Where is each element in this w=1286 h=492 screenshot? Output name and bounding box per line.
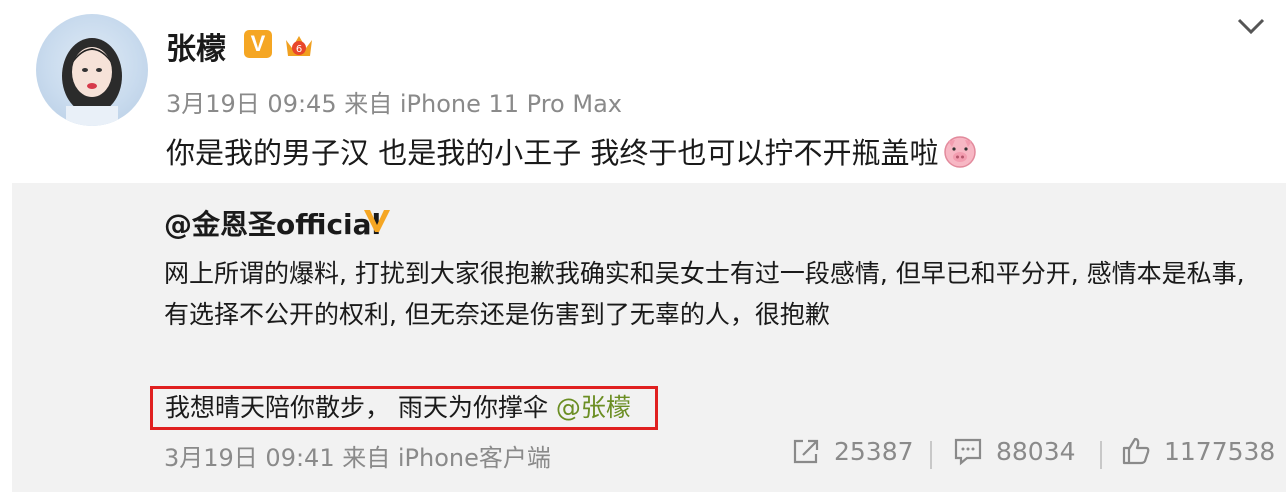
- comment-icon: [954, 438, 982, 466]
- avatar-image: [62, 38, 122, 126]
- highlighted-comment: 我想晴天陪你散步， 雨天为你撑伞 @张檬: [150, 386, 658, 430]
- like-count: 1177538: [1164, 436, 1276, 466]
- verified-v-icon: V: [244, 30, 272, 58]
- crown-icon: 6: [286, 36, 312, 56]
- share-icon: [793, 439, 819, 464]
- mention-link[interactable]: @张檬: [556, 393, 631, 422]
- username[interactable]: 张檬: [166, 24, 226, 68]
- repost-meta: 3月19日 09:41 来自 iPhone客户端: [164, 444, 551, 472]
- post-text-content: 你是我的男子汉 也是我的小王子 我终于也可以拧不开瓶盖啦: [166, 136, 939, 170]
- chevron-down-icon[interactable]: [1236, 16, 1266, 36]
- share-count: 25387: [834, 436, 914, 466]
- post-meta: 3月19日 09:45 来自 iPhone 11 Pro Max: [166, 90, 622, 118]
- like-button[interactable]: 1177538: [1120, 435, 1275, 467]
- post-text: 你是我的男子汉 也是我的小王子 我终于也可以拧不开瓶盖啦: [166, 130, 980, 172]
- svg-text:6: 6: [296, 44, 302, 55]
- comment-button[interactable]: 88034: [952, 435, 1076, 467]
- divider: [930, 441, 932, 469]
- repost-body: 网上所谓的爆料, 打扰到大家很抱歉我确实和吴女士有过一段感情, 但早已和平分开,…: [164, 259, 1245, 329]
- repost-author[interactable]: @金恩圣official: [164, 203, 381, 243]
- share-button[interactable]: 25387: [790, 435, 914, 467]
- comment-text: 我想晴天陪你散步， 雨天为你撑伞: [165, 393, 556, 422]
- pig-emoji-icon: [944, 136, 977, 168]
- avatar[interactable]: [36, 14, 148, 126]
- comment-count: 88034: [996, 436, 1076, 466]
- repost-card: @金恩圣official 网上所谓的爆料, 打扰到大家很抱歉我确实和吴女士有过一…: [12, 183, 1286, 492]
- like-icon: [1122, 437, 1150, 465]
- divider: [1100, 441, 1102, 469]
- verified-v-icon: [364, 210, 390, 232]
